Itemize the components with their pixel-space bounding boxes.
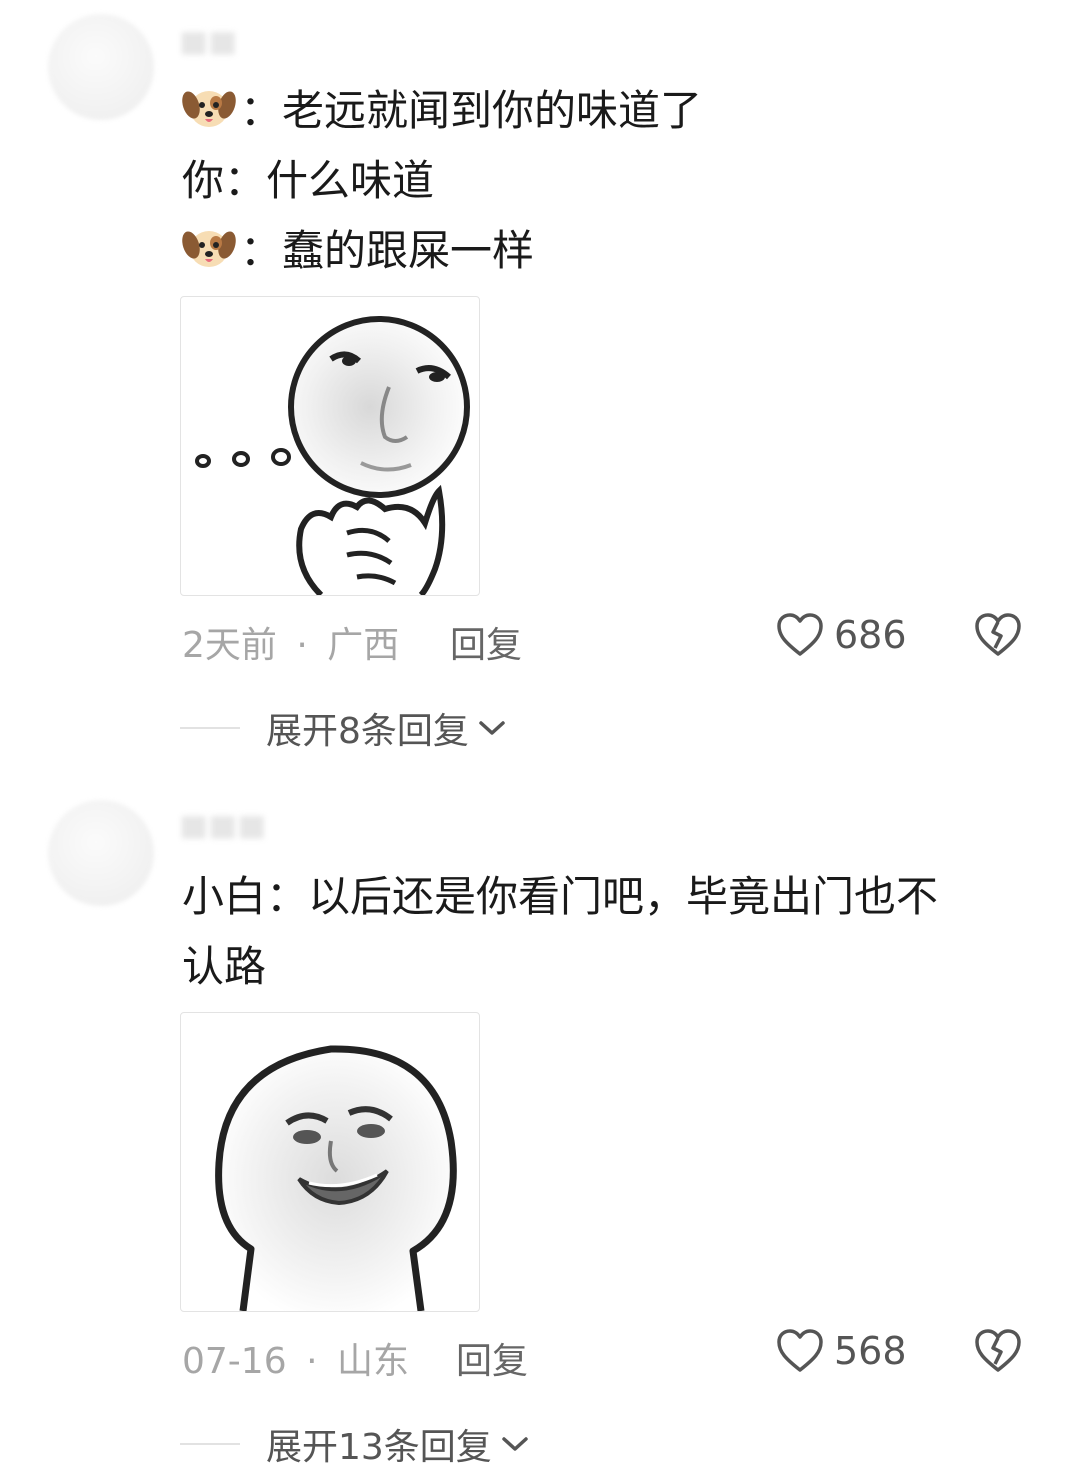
comment-text: ：蠢的跟屎一样 bbox=[240, 226, 535, 275]
username-blurred[interactable]: ▅▅ bbox=[182, 20, 240, 55]
divider bbox=[180, 1443, 240, 1445]
comment-meta: 07-16 · 山东 bbox=[182, 1332, 409, 1384]
dog-face-icon bbox=[182, 231, 236, 267]
comment-time: 2天前 bbox=[182, 625, 277, 666]
comment-text-line: ：老远就闻到你的味道了 bbox=[182, 76, 702, 146]
avatar[interactable] bbox=[48, 800, 154, 906]
chevron-down-icon bbox=[502, 1437, 528, 1451]
comment-text-line: 小白：以后还是你看门吧，毕竟出门也不 bbox=[182, 862, 938, 932]
expand-replies-label: 展开13条回复 bbox=[266, 1427, 492, 1468]
comment-text: 小白：以后还是你看门吧，毕竟出门也不 bbox=[182, 872, 939, 921]
sticker-image[interactable] bbox=[180, 296, 480, 596]
divider bbox=[180, 727, 240, 729]
expand-replies-button[interactable]: 展开8条回复 bbox=[180, 702, 507, 754]
like-button[interactable]: 686 bbox=[776, 612, 907, 658]
broken-heart-icon bbox=[975, 613, 1021, 656]
username-blurred[interactable]: ▅▅▅ bbox=[182, 804, 269, 839]
heart-outline-icon bbox=[777, 1329, 823, 1372]
chevron-down-icon bbox=[479, 721, 505, 735]
expand-replies-button[interactable]: 展开13条回复 bbox=[180, 1418, 530, 1470]
comment-location: 广西 bbox=[327, 625, 400, 666]
broken-heart-icon bbox=[975, 1329, 1021, 1372]
expand-replies-label: 展开8条回复 bbox=[266, 711, 469, 752]
comment-location: 山东 bbox=[336, 1341, 409, 1382]
dog-face-icon bbox=[182, 91, 236, 127]
comment-text-line: 认路 bbox=[182, 932, 266, 1002]
avatar[interactable] bbox=[48, 14, 154, 120]
comment-text-line: 你：什么味道 bbox=[182, 146, 434, 216]
sticker-image[interactable] bbox=[180, 1012, 480, 1312]
comment-time: 07-16 bbox=[182, 1341, 287, 1382]
reply-button[interactable]: 回复 bbox=[450, 616, 522, 668]
meta-separator: · bbox=[306, 1341, 318, 1382]
dislike-button[interactable] bbox=[974, 1328, 1022, 1378]
reply-button[interactable]: 回复 bbox=[456, 1332, 528, 1384]
comment-text: 认路 bbox=[182, 942, 267, 991]
comment-meta: 2天前 · 广西 bbox=[182, 616, 399, 668]
thinking-face-meme-icon bbox=[195, 316, 470, 595]
like-count: 568 bbox=[834, 1329, 907, 1373]
like-count: 686 bbox=[834, 613, 907, 657]
smug-face-meme-icon bbox=[215, 1045, 457, 1311]
comment-text: 你：什么味道 bbox=[182, 156, 435, 205]
meta-separator: · bbox=[296, 625, 308, 666]
heart-outline-icon bbox=[777, 613, 823, 656]
comment-text: ：老远就闻到你的味道了 bbox=[240, 86, 703, 135]
comment-text-line: ：蠢的跟屎一样 bbox=[182, 216, 534, 286]
like-button[interactable]: 568 bbox=[776, 1328, 907, 1374]
dislike-button[interactable] bbox=[974, 612, 1022, 662]
